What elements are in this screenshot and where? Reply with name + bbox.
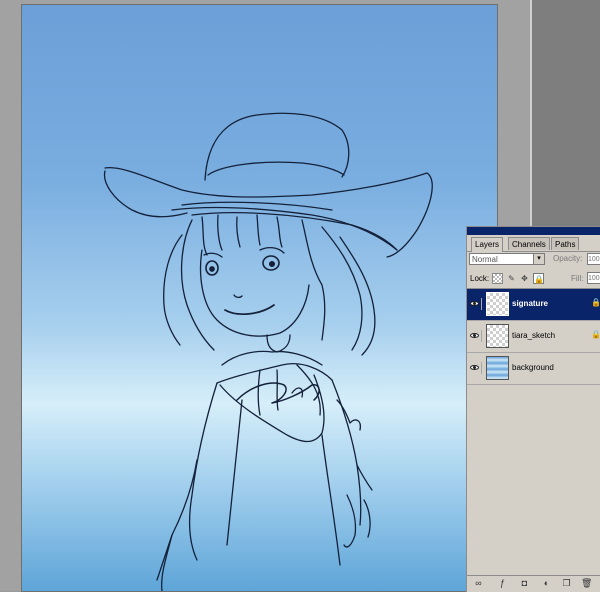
layer-row-signature[interactable]: signature 🔒 [467,289,600,321]
fx-icon[interactable]: ƒ [497,578,508,589]
layer-name: background [512,363,554,372]
opacity-label: Opacity: [553,254,583,263]
layers-panel-footer: ∞ ƒ ◘ ◐ ❐ 🗑 [467,575,600,592]
visibility-toggle[interactable] [469,330,482,342]
visibility-toggle[interactable] [469,298,482,310]
trash-icon[interactable]: 🗑 [581,578,592,589]
layers-panel: Layers Channels Paths Normal ▾ Opacity: … [466,226,600,592]
brush-icon[interactable]: ✎ [506,273,517,284]
lock-row: Lock: ✎ ✥ 🔒 Fill: 100 [467,271,600,287]
cowgirl-sketch-artwork [103,112,433,591]
layer-name: signature [512,299,549,308]
opacity-input[interactable]: 100 [587,253,600,265]
layer-thumbnail [486,356,509,380]
layers-list: signature 🔒 tiara_sketch 🔒 background [467,288,600,577]
lock-label: Lock: [470,274,490,283]
fill-label: Fill: [571,274,584,283]
blend-mode-value: Normal [472,255,498,264]
adjustment-icon[interactable]: ◐ [541,578,552,589]
layer-thumbnail [486,292,509,316]
lock-icon: 🔒 [591,330,600,339]
tab-layers[interactable]: Layers [471,237,504,252]
panel-titlebar[interactable] [467,227,600,235]
layer-row-background[interactable]: background [467,353,600,385]
chevron-down-icon[interactable]: ▾ [533,254,544,264]
checker-lock-icon[interactable] [492,273,503,284]
new-layer-icon[interactable]: ❐ [561,578,572,589]
eye-icon [470,301,479,306]
panel-tab-strip: Layers Channels Paths [467,235,600,252]
link-icon[interactable]: ∞ [473,578,484,589]
document-canvas[interactable] [22,5,497,591]
blend-mode-select[interactable]: Normal ▾ [469,253,545,265]
tab-paths[interactable]: Paths [551,237,580,250]
move-icon[interactable]: ✥ [519,273,530,284]
layer-thumbnail [486,324,509,348]
eye-icon [470,333,479,338]
blend-row: Normal ▾ Opacity: 100 [467,252,600,268]
mask-icon[interactable]: ◘ [519,578,530,589]
fill-input[interactable]: 100 [587,272,600,284]
tab-channels[interactable]: Channels [508,237,550,250]
eye-icon [470,365,479,370]
lock-icon: 🔒 [591,298,600,307]
layer-name: tiara_sketch [512,331,556,340]
layer-row-tiara-sketch[interactable]: tiara_sketch 🔒 [467,321,600,353]
lock-icon[interactable]: 🔒 [533,273,544,284]
visibility-toggle[interactable] [469,362,482,374]
